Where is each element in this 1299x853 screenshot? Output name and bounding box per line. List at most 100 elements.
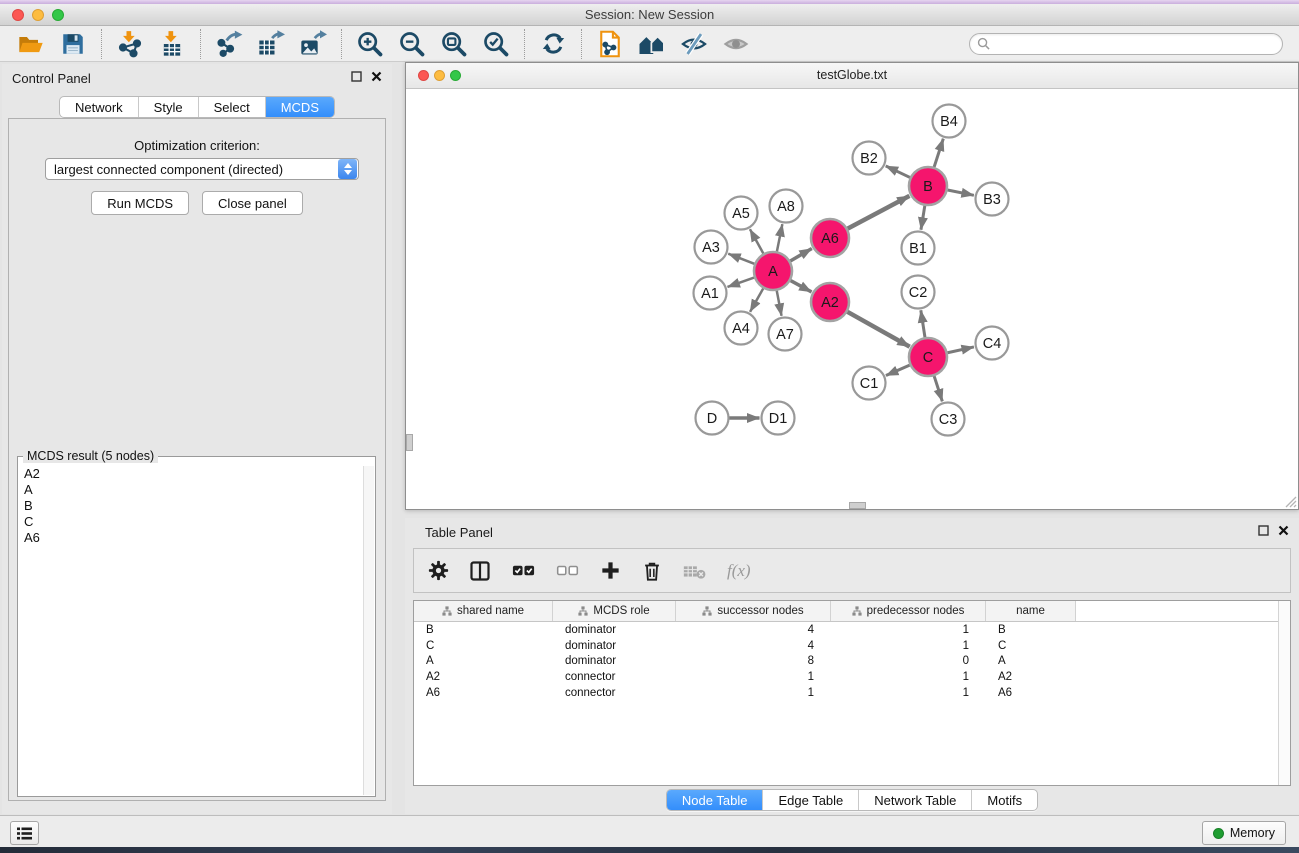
graph-node-C4[interactable]: C4 <box>976 327 1009 360</box>
graph-node-A[interactable]: A <box>754 252 792 290</box>
table-row[interactable]: Bdominator41B <box>414 622 1290 638</box>
resize-grip-icon[interactable] <box>1284 495 1297 508</box>
graph-node-B[interactable]: B <box>909 167 947 205</box>
graph-node-C3[interactable]: C3 <box>932 403 965 436</box>
search-box[interactable] <box>969 33 1283 55</box>
delete-button trash-icon[interactable] <box>641 560 663 582</box>
export-table-button[interactable] <box>250 28 292 60</box>
column-header-name[interactable]: name <box>986 601 1076 621</box>
graph-edge-B-B4[interactable] <box>934 139 943 167</box>
show-columns-button columns-icon[interactable] <box>468 559 492 583</box>
zoom-in-button[interactable] <box>349 28 391 60</box>
graph-node-A4[interactable]: A4 <box>725 312 758 345</box>
graph-node-A1[interactable]: A1 <box>694 277 727 310</box>
result-item[interactable]: A6 <box>19 530 364 546</box>
canvas-vscroll-stub[interactable] <box>406 434 413 451</box>
select-all-button checked-boxes-icon[interactable] <box>511 558 536 583</box>
graph-node-B3[interactable]: B3 <box>976 183 1009 216</box>
run-mcds-button[interactable]: Run MCDS <box>91 191 189 215</box>
search-input[interactable] <box>995 36 1275 52</box>
result-item[interactable]: A <box>19 482 364 498</box>
column-header-successor-nodes[interactable]: successor nodes <box>676 601 831 621</box>
graph-node-A7[interactable]: A7 <box>769 318 802 351</box>
graph-node-C1[interactable]: C1 <box>853 367 886 400</box>
tab-style[interactable]: Style <box>138 97 198 117</box>
column-header-MCDS-role[interactable]: MCDS role <box>553 601 676 621</box>
tab-node-table[interactable]: Node Table <box>667 790 763 810</box>
close-panel-button[interactable]: Close panel <box>202 191 303 215</box>
table-row[interactable]: A6connector11A6 <box>414 685 1290 701</box>
graph-edge-A-A3[interactable] <box>728 254 754 264</box>
table-scrollbar[interactable] <box>1278 601 1290 785</box>
graph-node-D[interactable]: D <box>696 402 729 435</box>
graph-edge-A-A8[interactable] <box>777 224 782 251</box>
network-canvas[interactable]: B4 B2 B B3 A8 A5 A6 A3 B1 A A1 C2 A2 A4 A7 C4 C C1 C3 D D1 <box>406 89 1298 509</box>
graph-edge-A-A6[interactable] <box>790 249 812 261</box>
canvas-hscroll-stub[interactable] <box>849 502 866 509</box>
import-table-button[interactable] <box>151 28 193 60</box>
graph-node-C2[interactable]: C2 <box>902 276 935 309</box>
graph-node-A8[interactable]: A8 <box>770 190 803 223</box>
graph-node-A6[interactable]: A6 <box>811 219 849 257</box>
network-window-titlebar[interactable]: testGlobe.txt <box>406 63 1298 89</box>
refresh-button[interactable] <box>532 28 574 60</box>
zoom-selected-button[interactable] <box>475 28 517 60</box>
graph-edge-A-A1[interactable] <box>727 278 754 287</box>
float-panel-icon[interactable] <box>1258 525 1269 536</box>
tab-edge-table[interactable]: Edge Table <box>762 790 858 810</box>
tab-network[interactable]: Network <box>60 97 138 117</box>
close-panel-icon[interactable] <box>1278 525 1289 536</box>
tab-mcds[interactable]: MCDS <box>265 97 334 117</box>
table-settings-button gear-icon[interactable] <box>428 560 449 581</box>
result-item[interactable]: A2 <box>19 466 364 482</box>
result-list-scrollbar[interactable] <box>363 466 374 795</box>
zoom-fit-button[interactable] <box>433 28 475 60</box>
graph-node-A5[interactable]: A5 <box>725 197 758 230</box>
graph-edge-A-A4[interactable] <box>750 288 763 311</box>
task-history-button[interactable] <box>10 821 39 845</box>
graph-edge-A-A2[interactable] <box>791 281 812 292</box>
result-item[interactable]: C <box>19 514 364 530</box>
network-overview-button[interactable] <box>631 28 673 60</box>
export-network-button[interactable] <box>208 28 250 60</box>
tab-network-table[interactable]: Network Table <box>858 790 971 810</box>
graph-edge-A2-C[interactable] <box>847 312 909 347</box>
column-header-shared-name[interactable]: shared name <box>414 601 553 621</box>
zoom-out-button[interactable] <box>391 28 433 60</box>
toggle-graphics-details-button[interactable] <box>673 28 715 60</box>
graph-node-C[interactable]: C <box>909 338 947 376</box>
graph-node-D1[interactable]: D1 <box>762 402 795 435</box>
memory-button[interactable]: Memory <box>1202 821 1286 845</box>
tab-select[interactable]: Select <box>198 97 265 117</box>
tab-motifs[interactable]: Motifs <box>971 790 1037 810</box>
graph-edge-A-A7[interactable] <box>777 291 782 316</box>
open-session-button[interactable] <box>10 28 52 60</box>
table-row[interactable]: Adominator80A <box>414 653 1290 669</box>
table-row[interactable]: Cdominator41C <box>414 638 1290 654</box>
graph-edge-B-B1[interactable] <box>921 206 925 230</box>
graph-node-B4[interactable]: B4 <box>933 105 966 138</box>
save-session-button[interactable] <box>52 28 94 60</box>
table-row[interactable]: A2connector11A2 <box>414 669 1290 685</box>
unselect-all-button empty-boxes-icon[interactable] <box>555 558 580 583</box>
graph-node-A2[interactable]: A2 <box>811 283 849 321</box>
graph-edge-A6-B[interactable] <box>848 196 910 229</box>
import-network-button[interactable] <box>109 28 151 60</box>
show-graphics-button[interactable] <box>715 28 757 60</box>
graph-edge-B-B3[interactable] <box>948 190 974 195</box>
add-column-button plus-icon[interactable] <box>599 559 622 582</box>
graph-node-A3[interactable]: A3 <box>695 231 728 264</box>
column-header-predecessor-nodes[interactable]: predecessor nodes <box>831 601 986 621</box>
graph-node-B2[interactable]: B2 <box>853 142 886 175</box>
optimization-criterion-select[interactable]: largest connected component (directed) <box>45 158 359 180</box>
graph-edge-C-C2[interactable] <box>921 310 925 337</box>
result-item[interactable]: B <box>19 498 364 514</box>
new-network-from-selection-button[interactable] <box>589 28 631 60</box>
export-image-button[interactable] <box>292 28 334 60</box>
graph-edge-C-C3[interactable] <box>934 376 942 401</box>
graph-node-B1[interactable]: B1 <box>902 232 935 265</box>
close-panel-icon[interactable] <box>371 71 382 82</box>
graph-edge-A-A5[interactable] <box>750 229 763 253</box>
graph-edge-C-C4[interactable] <box>948 347 974 353</box>
graph-edge-C-C1[interactable] <box>886 365 910 375</box>
